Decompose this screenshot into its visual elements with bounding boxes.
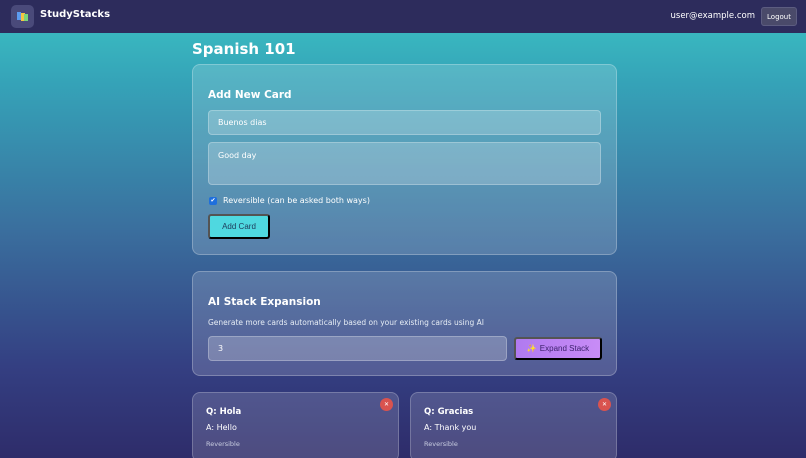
close-icon[interactable]: ✕ bbox=[380, 398, 393, 411]
ai-expansion-heading: AI Stack Expansion bbox=[208, 296, 321, 308]
card-answer: A: Hello bbox=[206, 423, 237, 432]
card-tag: Reversible bbox=[424, 440, 458, 448]
expand-stack-button[interactable]: ✨ Expand Stack bbox=[514, 337, 602, 360]
stack-logo-icon[interactable] bbox=[11, 5, 34, 28]
brand-name[interactable]: StudyStacks bbox=[40, 9, 110, 20]
card-answer: A: Thank you bbox=[424, 423, 477, 432]
card-count-input[interactable] bbox=[208, 336, 507, 361]
ai-expansion-panel: AI Stack Expansion Generate more cards a… bbox=[192, 271, 617, 376]
add-card-panel: Add New Card Good day ✔ Reversible (can … bbox=[192, 64, 617, 255]
top-navbar: StudyStacks user@example.com Logout bbox=[0, 0, 806, 33]
reversible-checkbox[interactable]: ✔ bbox=[209, 197, 217, 205]
card-question: Q: Gracias bbox=[424, 407, 474, 417]
check-icon: ✔ bbox=[210, 197, 216, 204]
user-email: user@example.com bbox=[670, 11, 755, 21]
page-title: Spanish 101 bbox=[192, 40, 296, 58]
flashcard[interactable]: ✕ Q: Hola A: Hello Reversible bbox=[192, 392, 399, 458]
add-card-heading: Add New Card bbox=[208, 89, 292, 101]
card-question: Q: Hola bbox=[206, 407, 242, 417]
answer-textarea[interactable]: Good day bbox=[208, 142, 601, 185]
card-tag: Reversible bbox=[206, 440, 240, 448]
close-icon[interactable]: ✕ bbox=[598, 398, 611, 411]
expand-stack-label: Expand Stack bbox=[539, 344, 590, 353]
ai-expansion-description: Generate more cards automatically based … bbox=[208, 318, 485, 327]
reversible-label: Reversible (can be asked both ways) bbox=[223, 196, 370, 205]
flashcard[interactable]: ✕ Q: Gracias A: Thank you Reversible bbox=[410, 392, 617, 458]
sparkles-icon: ✨ bbox=[526, 344, 537, 353]
logout-button[interactable]: Logout bbox=[761, 7, 797, 26]
add-card-button[interactable]: Add Card bbox=[208, 214, 270, 239]
question-input[interactable] bbox=[208, 110, 601, 135]
